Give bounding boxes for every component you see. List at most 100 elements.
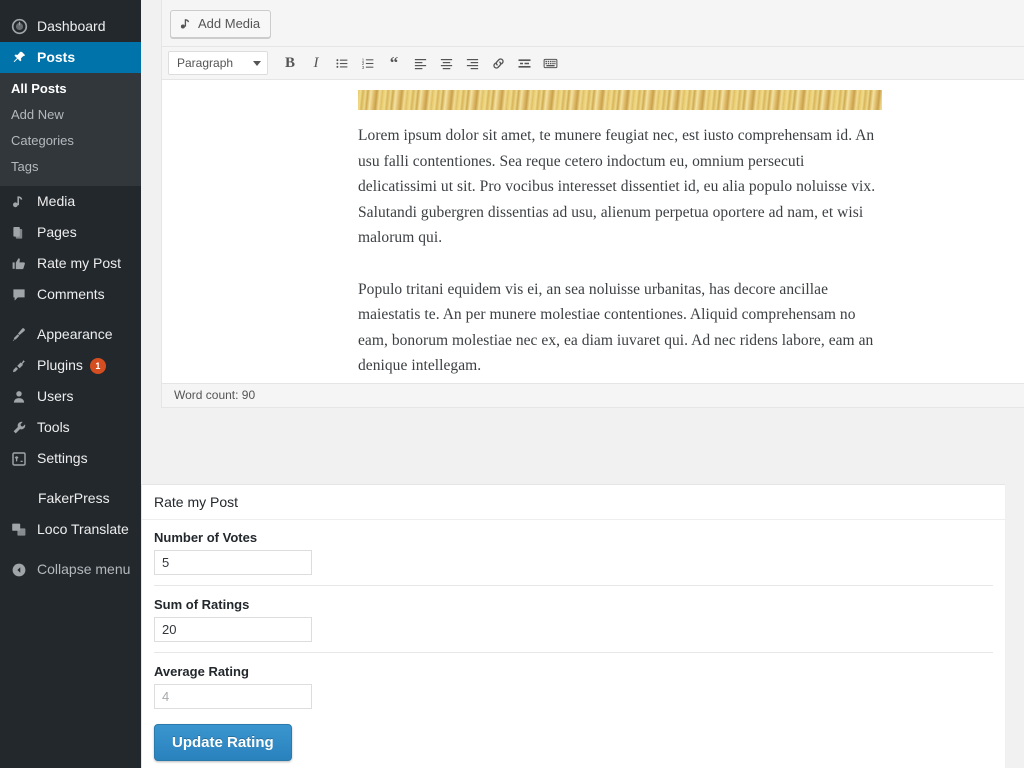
wp-admin-screen: Dashboard Posts All Posts Add New Catego… xyxy=(0,0,1024,768)
sidebar-item-label: Pages xyxy=(37,224,77,240)
sidebar-item-label: Comments xyxy=(37,286,105,302)
sidebar-item-loco-translate[interactable]: Loco Translate xyxy=(0,514,141,545)
wrench-icon xyxy=(9,418,29,438)
toolbar-toggle-icon xyxy=(543,56,558,71)
italic-icon: I xyxy=(313,54,319,71)
sidebar-item-posts[interactable]: Posts xyxy=(0,42,141,73)
sidebar-item-tools[interactable]: Tools xyxy=(0,412,141,443)
menu-separator-1 xyxy=(0,310,141,319)
sidebar-item-rate-my-post[interactable]: Rate my Post xyxy=(0,248,141,279)
sidebar-item-fakerpress[interactable]: FakerPress xyxy=(0,483,141,514)
comment-icon xyxy=(9,285,29,305)
sidebar-item-media[interactable]: Media xyxy=(0,186,141,217)
sidebar-item-label: Media xyxy=(37,193,76,209)
collapse-arrow-icon xyxy=(9,560,29,580)
field-sum-of-ratings: Sum of Ratings xyxy=(154,586,993,653)
sidebar-item-dashboard[interactable]: Dashboard xyxy=(0,11,141,42)
align-right-icon xyxy=(465,56,480,71)
sidebar-item-categories[interactable]: Categories xyxy=(0,128,141,154)
average-rating-label: Average Rating xyxy=(154,664,249,679)
align-center-button[interactable] xyxy=(434,51,458,75)
sidebar-item-label: Posts xyxy=(37,49,76,65)
align-left-button[interactable] xyxy=(408,51,432,75)
align-right-button[interactable] xyxy=(460,51,484,75)
sidebar-item-label: Appearance xyxy=(37,326,113,342)
bold-button[interactable]: B xyxy=(278,51,302,75)
editor-toolbar: Paragraph B I 123 “ xyxy=(162,47,1024,80)
sidebar-item-label: FakerPress xyxy=(38,490,110,506)
number-of-votes-label: Number of Votes xyxy=(154,530,258,545)
bulleted-list-button[interactable] xyxy=(330,51,354,75)
dashboard-icon xyxy=(9,17,29,37)
menu-separator-2 xyxy=(0,474,141,483)
metabox-title[interactable]: Rate my Post xyxy=(142,485,1005,520)
add-media-button[interactable]: Add Media xyxy=(170,10,272,38)
sidebar-item-users[interactable]: Users xyxy=(0,381,141,412)
bulleted-list-icon xyxy=(335,56,350,71)
metabox-body: Number of Votes Sum of Ratings Average R… xyxy=(142,520,1005,768)
align-left-icon xyxy=(413,56,428,71)
editor-paragraph-1: Lorem ipsum dolor sit amet, te munere fe… xyxy=(358,127,876,246)
metabox-title-label: Rate my Post xyxy=(154,494,239,510)
add-media-icon xyxy=(179,17,193,31)
post-featured-image xyxy=(358,90,882,110)
sidebar-item-pages[interactable]: Pages xyxy=(0,217,141,248)
sidebar-item-label: Rate my Post xyxy=(37,255,122,271)
chevron-down-icon xyxy=(253,60,261,66)
bold-icon: B xyxy=(284,54,295,71)
blockquote-button[interactable]: “ xyxy=(382,51,406,75)
link-icon xyxy=(491,56,506,71)
number-of-votes-input[interactable] xyxy=(154,550,312,575)
sidebar-item-label: Collapse menu xyxy=(37,561,131,577)
field-number-of-votes: Number of Votes xyxy=(154,530,993,586)
insert-read-more-button[interactable] xyxy=(512,51,536,75)
sidebar-item-label: Settings xyxy=(37,450,88,466)
insert-link-button[interactable] xyxy=(486,51,510,75)
editor-status-bar: Word count: 90 xyxy=(162,383,1024,407)
sidebar-item-settings[interactable]: Settings xyxy=(0,443,141,474)
sidebar-item-collapse-menu[interactable]: Collapse menu xyxy=(0,554,141,585)
average-rating-input xyxy=(154,684,312,709)
numbered-list-button[interactable]: 123 xyxy=(356,51,380,75)
plug-icon xyxy=(9,356,29,376)
svg-text:3: 3 xyxy=(361,64,364,69)
sidebar-item-label: Users xyxy=(37,388,74,404)
paintbrush-icon xyxy=(9,325,29,345)
sidebar-item-label: Dashboard xyxy=(37,18,106,34)
insert-read-more-icon xyxy=(517,56,532,71)
toolbar-toggle-button[interactable] xyxy=(538,51,562,75)
editor-content-area[interactable]: Lorem ipsum dolor sit amet, te munere fe… xyxy=(162,80,1024,383)
user-icon xyxy=(9,387,29,407)
paragraph-format-value: Paragraph xyxy=(177,56,234,70)
post-editor-panel: Add Media Paragraph B I 1 2 3 “ Lorem ip… xyxy=(161,0,1024,408)
paragraph-format-select[interactable]: Paragraph xyxy=(168,51,268,75)
update-rating-button[interactable]: Update Rating xyxy=(154,724,292,761)
align-center-icon xyxy=(439,56,454,71)
translate-icon xyxy=(9,520,29,540)
media-icon xyxy=(9,192,29,212)
sidebar-item-all-posts[interactable]: All Posts xyxy=(0,76,141,102)
sidebar-item-tags[interactable]: Tags xyxy=(0,154,141,180)
italic-button[interactable]: I xyxy=(304,51,328,75)
main-content: Add Media Paragraph B I 1 2 3 “ Lorem ip… xyxy=(141,0,1024,768)
sidebar-item-appearance[interactable]: Appearance xyxy=(0,319,141,350)
sidebar-item-comments[interactable]: Comments xyxy=(0,279,141,310)
numbered-list-icon: 123 xyxy=(361,56,376,71)
sidebar-item-label: Tools xyxy=(37,419,70,435)
pin-icon xyxy=(9,48,29,68)
editor-paragraph-2: Populo tritani equidem vis ei, an sea no… xyxy=(358,280,874,375)
sum-of-ratings-input[interactable] xyxy=(154,617,312,642)
sidebar-item-label: Loco Translate xyxy=(37,521,129,537)
thumbs-up-icon xyxy=(9,254,29,274)
field-average-rating: Average Rating xyxy=(154,653,993,719)
pages-icon xyxy=(9,223,29,243)
blockquote-icon: “ xyxy=(389,53,399,72)
sidebar-item-add-new[interactable]: Add New xyxy=(0,102,141,128)
sidebar-item-plugins[interactable]: Plugins 1 xyxy=(0,350,141,381)
menu-separator-3 xyxy=(0,545,141,554)
sidebar-item-label: Plugins xyxy=(37,357,83,373)
media-buttons-bar: Add Media xyxy=(162,0,1024,47)
admin-sidebar: Dashboard Posts All Posts Add New Catego… xyxy=(0,0,141,768)
rate-my-post-metabox: Rate my Post Number of Votes Sum of Rati… xyxy=(141,484,1005,768)
add-media-label: Add Media xyxy=(198,16,261,31)
